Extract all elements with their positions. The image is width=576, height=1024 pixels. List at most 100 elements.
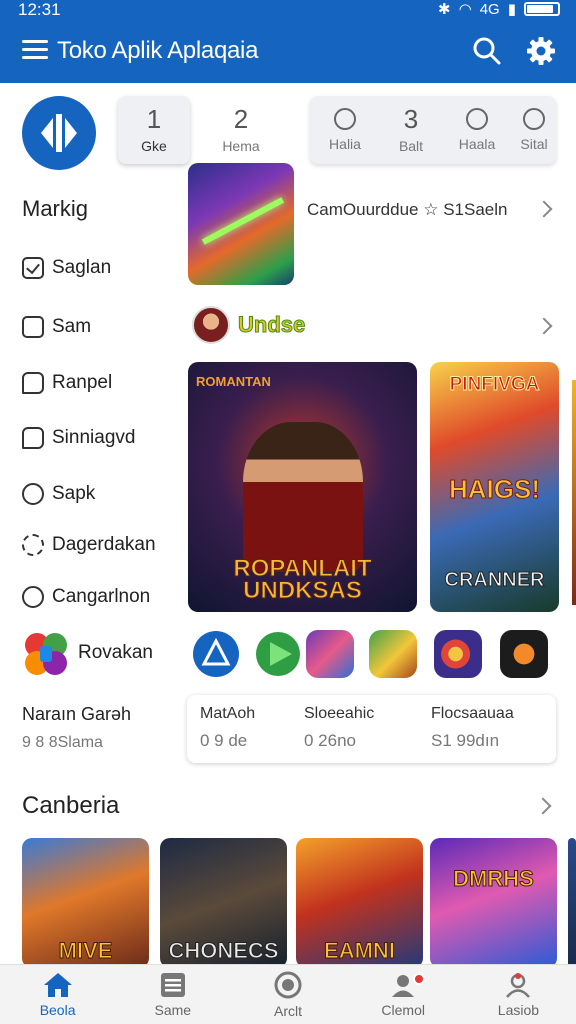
banner-middle-text: HAIGS!: [449, 474, 541, 505]
stat-value: 0 26no: [304, 731, 356, 750]
tab-strip: 1 Gke 2 Hema Halia 3 Balt Haala Sital: [118, 96, 556, 164]
game-title: MIVE: [58, 938, 113, 964]
battery-icon: [524, 2, 560, 16]
search-icon[interactable]: [472, 36, 502, 66]
sidebar-item-ranpel[interactable]: Ranpel: [22, 369, 112, 397]
notification-badge: [412, 973, 425, 985]
status-bar: 12:31 ✱ ◠ 4G ▮: [0, 0, 576, 22]
game-card-peek[interactable]: [568, 838, 576, 968]
sidebar-item-label: Sapk: [52, 483, 96, 504]
nav-item-beola[interactable]: Beola: [0, 965, 115, 1024]
chat-bubble-icon: [22, 372, 44, 394]
category-colorful-icon[interactable]: [22, 630, 70, 678]
tab-hema[interactable]: 2 Hema: [190, 96, 292, 164]
chat-bubble-icon: [22, 427, 44, 449]
game-card[interactable]: DMRHS: [430, 838, 557, 968]
apps-row-label: Rovakan: [78, 642, 153, 663]
developer-avatar[interactable]: [192, 306, 230, 344]
banner-top-text: ROMANTAN: [196, 374, 271, 389]
sidebar-item-label: Ranpel: [52, 372, 113, 393]
game-title: EAMNI: [324, 938, 396, 964]
chevron-right-icon[interactable]: [535, 317, 553, 335]
bluetooth-icon: ✱: [438, 1, 451, 18]
app-title: Toko Aplik Aplaqaia: [57, 37, 259, 64]
game-banner-main[interactable]: ROMANTAN ROPANLAIT UNDKSAS: [188, 362, 417, 612]
list-icon: [160, 972, 185, 997]
tab-number: 1: [146, 104, 162, 134]
play-app-icon[interactable]: [254, 630, 302, 678]
settings-gear-icon[interactable]: [526, 36, 556, 66]
store-logo-icon[interactable]: [22, 96, 96, 170]
home-icon: [43, 972, 72, 997]
tab-group: Halia 3 Balt Haala Sital: [310, 96, 556, 164]
house-game-icon[interactable]: [369, 630, 417, 678]
sidebar-item-dagerdakan[interactable]: Dagerdakan: [22, 531, 156, 559]
stats-card: MatAoh 0 9 de Sloeeahic 0 26no Flocsaaua…: [187, 695, 556, 763]
target-icon: [274, 971, 302, 998]
sidebar-item-sinniagvd[interactable]: Sinniagvd: [22, 424, 135, 452]
tab-number: 3: [403, 104, 419, 134]
nav-label: Arclt: [274, 1002, 302, 1019]
nav-label: Beola: [39, 1001, 76, 1018]
orb-game-icon[interactable]: [434, 630, 482, 678]
circle-icon: [22, 586, 44, 608]
tab-halia[interactable]: Halia: [310, 96, 380, 164]
featured-game-text[interactable]: CamOuurddue ☆ S1Saeln: [307, 200, 507, 220]
nav-label: Same: [154, 1001, 192, 1018]
sidebar-item-saglan[interactable]: Saglan: [22, 254, 111, 282]
network-type: 4G: [479, 0, 500, 18]
wifi-icon: ◠: [458, 1, 472, 18]
developer-name[interactable]: Undse: [237, 312, 305, 338]
stat-item: MatAoh 0 9 de: [200, 705, 255, 751]
banner-bottom-text: CRANNER: [444, 569, 545, 592]
tab-balt[interactable]: 3 Balt: [380, 96, 442, 164]
sidebar-title: Markig: [22, 196, 89, 221]
triangle-app-icon[interactable]: [192, 630, 240, 678]
nav-label: Clemol: [381, 1001, 425, 1018]
featured-game-thumbnail[interactable]: [188, 163, 294, 285]
tab-haala[interactable]: Haala: [442, 96, 512, 164]
section-title: Canberia: [22, 792, 120, 819]
sidebar-item-sapk[interactable]: Sapk: [22, 480, 95, 508]
tab-sital[interactable]: Sital: [512, 96, 556, 164]
sidebar-item-label: Sinniagvd: [52, 427, 136, 448]
tab-gke[interactable]: 1 Gke: [118, 96, 190, 164]
stat-label: MatAoh: [200, 705, 256, 722]
game-card[interactable]: EAMNI: [296, 838, 423, 968]
chevron-right-icon[interactable]: [534, 797, 552, 815]
checkbox-icon: [22, 316, 44, 338]
nav-item-lasiob[interactable]: Lasiob: [461, 965, 576, 1024]
circle-icon: [523, 108, 545, 130]
game-card[interactable]: MIVE: [22, 838, 149, 968]
tab-label: Halia: [329, 136, 361, 152]
stat-label: Flocsaauaa: [431, 705, 514, 722]
sidebar-item-label: Sam: [52, 316, 92, 337]
stat-label: Sloeeahic: [304, 705, 375, 722]
menu-icon[interactable]: [22, 40, 48, 62]
nav-item-same[interactable]: Same: [115, 965, 230, 1024]
sidebar-item-label: Dagerdakan: [52, 534, 156, 555]
game-banner-secondary[interactable]: PINFIVGA HAIGS! CRANNER: [430, 362, 559, 612]
bottom-navigation: Beola Same Arclt Clemol Lasiob: [0, 964, 576, 1024]
status-time: 12:31: [18, 0, 61, 19]
game-card[interactable]: CHONECS: [160, 838, 287, 968]
tab-label: Haala: [458, 136, 496, 152]
flame-app-icon[interactable]: [500, 630, 548, 678]
tab-label: Hema: [222, 138, 260, 154]
tab-label: Gke: [141, 138, 167, 154]
stat-value: S1 99dın: [431, 731, 500, 750]
profile-icon: [506, 972, 531, 998]
game-title: CHONECS: [168, 938, 279, 964]
sidebar-item-label: Cangarlnon: [52, 586, 151, 607]
globe-icon: [466, 108, 488, 130]
stat-item: Flocsaauaa S1 99dın: [431, 705, 514, 751]
clock-icon: [334, 108, 356, 130]
chevron-right-icon[interactable]: [535, 200, 553, 218]
nav-item-clemol[interactable]: Clemol: [346, 965, 461, 1024]
game-banner-peek[interactable]: [572, 380, 576, 605]
nav-label: Lasiob: [497, 1001, 540, 1018]
sidebar-item-sam[interactable]: Sam: [22, 313, 91, 341]
sidebar-item-cangarlnon[interactable]: Cangarlnon: [22, 583, 150, 611]
castle-game-icon[interactable]: [306, 630, 354, 678]
nav-item-arclt[interactable]: Arclt: [230, 965, 345, 1024]
